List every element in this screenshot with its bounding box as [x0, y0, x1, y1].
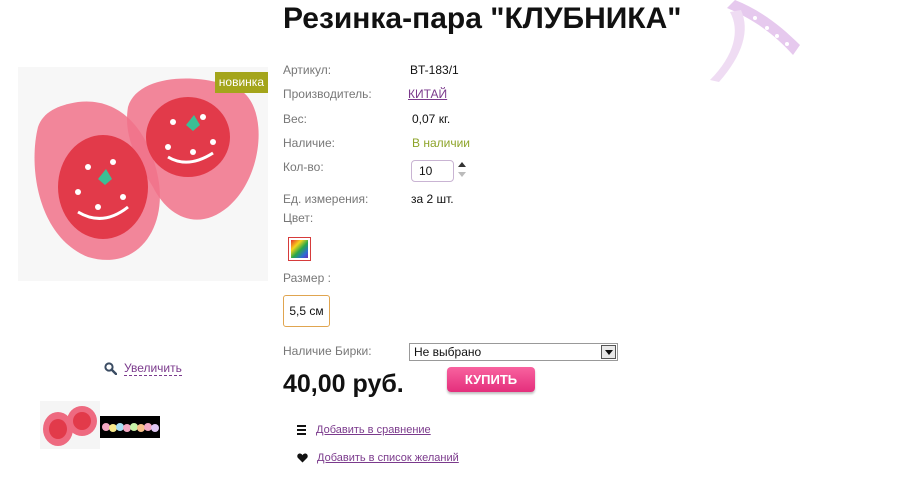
product-main-image[interactable]: новинка [18, 67, 268, 281]
quantity-up-icon[interactable] [458, 162, 466, 167]
attr-value-article: BT-183/1 [410, 63, 459, 77]
add-to-wishlist[interactable]: Добавить в список желаний [297, 452, 459, 464]
zoom-button[interactable]: Увеличить [104, 361, 182, 376]
color-label: Цвет: [283, 211, 314, 225]
multicolor-swatch-fill [291, 240, 308, 258]
chevron-down-icon[interactable] [601, 345, 616, 359]
attr-label-weight: Вес: [283, 112, 308, 126]
color-swatch-multicolor[interactable] [288, 237, 311, 261]
attr-value-unit: за 2 шт. [411, 192, 454, 206]
quantity-stepper[interactable] [458, 160, 468, 182]
add-to-wishlist-link[interactable]: Добавить в список желаний [317, 452, 459, 464]
ribbon-decoration [710, 0, 800, 82]
list-icon [297, 425, 306, 435]
attr-label-article: Артикул: [283, 63, 332, 77]
quantity-input[interactable]: 10 [411, 160, 454, 182]
availability-status: В наличии [412, 136, 471, 150]
manufacturer-link[interactable]: КИТАЙ [408, 87, 447, 101]
thumbnail-2-graphic [100, 416, 160, 438]
tag-select[interactable]: Не выбрано [409, 343, 618, 361]
product-photo-graphic [18, 67, 268, 281]
attr-label-quantity: Кол-во: [283, 160, 324, 174]
product-price: 40,00 руб. [283, 370, 404, 398]
attr-label-unit: Ед. измерения: [283, 192, 369, 206]
quantity-down-icon[interactable] [458, 172, 466, 177]
tag-label: Наличие Бирки: [283, 344, 372, 358]
thumbnail-1-graphic [40, 401, 100, 449]
add-to-compare[interactable]: Добавить в сравнение [297, 424, 431, 436]
add-to-compare-link[interactable]: Добавить в сравнение [316, 424, 431, 436]
size-option-button[interactable]: 5,5 см [283, 295, 330, 327]
buy-button[interactable]: КУПИТЬ [447, 367, 535, 392]
new-badge: новинка [214, 72, 268, 93]
zoom-link[interactable]: Увеличить [124, 361, 182, 376]
tag-select-value: Не выбрано [414, 345, 482, 359]
attr-value-weight: 0,07 кг. [412, 112, 451, 126]
magnifier-icon [104, 362, 117, 375]
attr-label-availability: Наличие: [283, 136, 336, 150]
thumbnail-2[interactable] [100, 416, 160, 438]
attr-label-manufacturer: Производитель: [283, 87, 372, 101]
thumbnail-1[interactable] [40, 401, 100, 449]
heart-icon [297, 453, 308, 463]
size-label: Размер : [283, 271, 331, 285]
product-title: Резинка-пара "КЛУБНИКА" [283, 2, 682, 35]
